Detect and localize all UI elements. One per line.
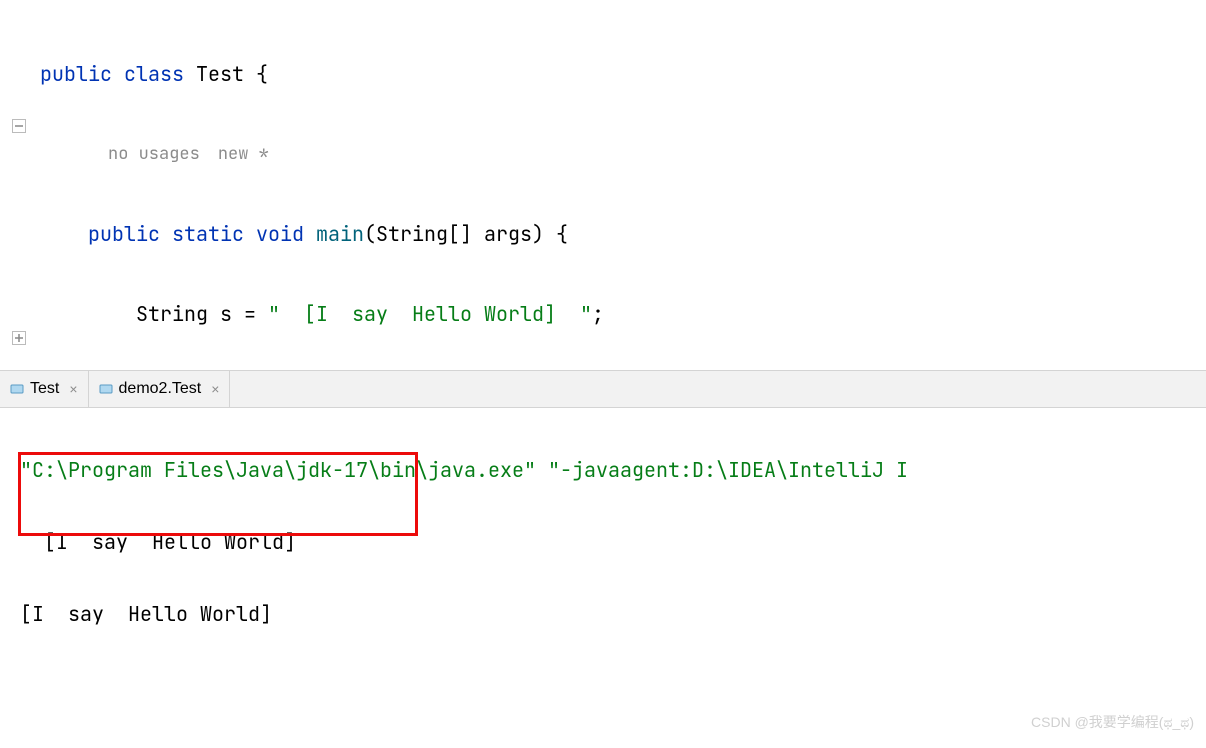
watermark-text: CSDN @我要学编程(ಥ_ಥ) [1031, 704, 1194, 740]
console-line: [I say Hello World] [20, 596, 1186, 632]
console-cmd-text: "-javaagent:D:\IDEA\IntelliJ I [536, 457, 908, 483]
run-config-icon [99, 382, 113, 396]
keyword-public: public [88, 221, 160, 247]
fold-handle-icon[interactable] [12, 328, 26, 342]
keyword-public: public [40, 61, 112, 87]
keyword-class: class [124, 61, 184, 87]
run-config-icon [10, 382, 24, 396]
run-tab-test[interactable]: Test × [0, 371, 89, 407]
keyword-void: void [256, 221, 304, 247]
fold-minus-icon[interactable] [12, 116, 26, 130]
method-sig: (String[] args) { [364, 221, 568, 247]
console-cmd-text: "C:\Program Files\Java\jdk-17\bin\java.e… [20, 457, 536, 483]
code-text: ; [592, 301, 604, 327]
code-text: String s = [136, 301, 268, 327]
code-line[interactable]: public class Test { [40, 54, 1206, 94]
gutter [0, 0, 34, 370]
run-tabs-bar: Test × demo2.Test × [0, 370, 1206, 408]
inlay-hints[interactable]: no usages new * [40, 134, 1206, 174]
code-line[interactable]: String s = " [I say Hello World] "; [40, 294, 1206, 334]
usages-hint[interactable]: no usages [108, 143, 200, 165]
method-name: main [316, 221, 364, 247]
vcs-hint[interactable]: new * [218, 143, 269, 165]
tab-label: Test [30, 380, 59, 398]
string-literal: " [I say Hello World] " [268, 301, 592, 327]
run-tab-demo2[interactable]: demo2.Test × [89, 371, 231, 407]
tab-label: demo2.Test [119, 380, 202, 398]
keyword-static: static [172, 221, 244, 247]
close-icon[interactable]: × [211, 381, 219, 397]
class-name: Test { [184, 61, 268, 87]
code-pane[interactable]: public class Test { no usages new * publi… [0, 0, 1206, 370]
code-line[interactable]: public static void main(String[] args) { [40, 214, 1206, 254]
close-icon[interactable]: × [69, 381, 77, 397]
code-editor[interactable]: public class Test { no usages new * publi… [0, 0, 1206, 370]
console-line: [I say Hello World] [20, 524, 1186, 560]
console-output[interactable]: "C:\Program Files\Java\jdk-17\bin\java.e… [0, 408, 1206, 748]
console-command-line: "C:\Program Files\Java\jdk-17\bin\java.e… [20, 452, 1186, 488]
